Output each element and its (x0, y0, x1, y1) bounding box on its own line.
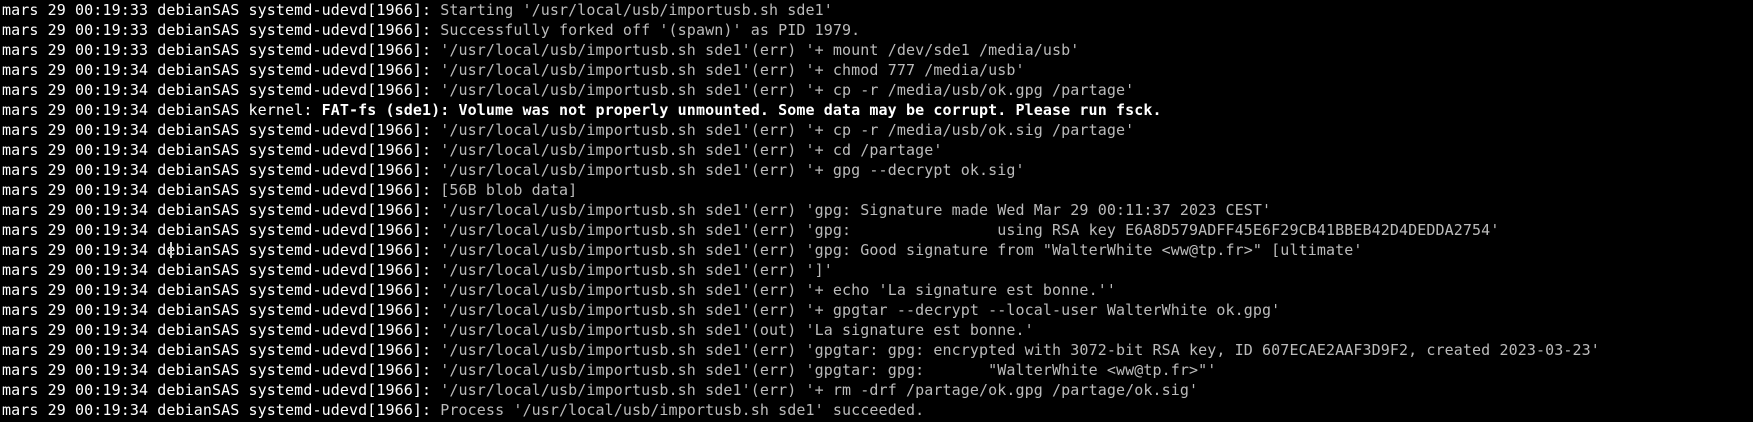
log-line: mars 29 00:19:34 debianSAS systemd-udevd… (2, 340, 1753, 360)
log-line-prefix: mars 29 00:19:34 debianSAS systemd-udevd… (2, 281, 441, 299)
log-line: mars 29 00:19:34 debianSAS systemd-udevd… (2, 380, 1753, 400)
log-line-message: '/usr/local/usb/importusb.sh sde1'(err) … (440, 61, 1025, 79)
log-line-prefix: mars 29 00:19:34 debianSAS systemd-udevd… (2, 261, 441, 279)
log-line-message: Starting '/usr/local/usb/importusb.sh sd… (440, 1, 833, 19)
log-line: mars 29 00:19:34 debianSAS systemd-udevd… (2, 180, 1753, 200)
log-line-prefix: mars 29 00:19:33 debianSAS systemd-udevd… (2, 41, 441, 59)
log-line-prefix: mars 29 00:19:34 debianSAS systemd-udevd… (2, 321, 441, 339)
log-line: mars 29 00:19:34 debianSAS systemd-udevd… (2, 400, 1753, 420)
log-line: mars 29 00:19:34 debianSAS systemd-udevd… (2, 280, 1753, 300)
log-line-message: '/usr/local/usb/importusb.sh sde1'(err) … (440, 121, 1135, 139)
log-line-message: '/usr/local/usb/importusb.sh sde1'(err) … (440, 241, 1363, 259)
log-line-message: Process '/usr/local/usb/importusb.sh sde… (440, 401, 925, 419)
log-line: mars 29 00:19:34 debianSAS systemd-udevd… (2, 120, 1753, 140)
log-line-prefix: mars 29 00:19:34 debianSAS systemd-udevd… (2, 401, 441, 419)
log-line-prefix: mars 29 00:19:34 debianSAS systemd-udevd… (2, 361, 441, 379)
log-line-message: '/usr/local/usb/importusb.sh sde1'(out) … (440, 321, 1034, 339)
log-line: mars 29 00:19:34 debianSAS systemd-udevd… (2, 200, 1753, 220)
log-line: mars 29 00:19:34 debianSAS kernel: FAT-f… (2, 100, 1753, 120)
log-line-prefix: mars 29 00:19:34 debianSAS systemd-udevd… (2, 381, 441, 399)
text-cursor-ibeam-icon (170, 242, 172, 258)
terminal-window[interactable]: mars 29 00:19:33 debianSAS systemd-udevd… (0, 0, 1753, 422)
log-line-prefix: mars 29 00:19:34 debianSAS systemd-udevd… (2, 141, 441, 159)
log-line-message: FAT-fs (sde1): Volume was not properly u… (321, 101, 1162, 119)
log-line: mars 29 00:19:34 debianSAS systemd-udevd… (2, 160, 1753, 180)
log-line-message: '/usr/local/usb/importusb.sh sde1'(err) … (440, 381, 1199, 399)
log-line: mars 29 00:19:33 debianSAS systemd-udevd… (2, 40, 1753, 60)
log-line-prefix: mars 29 00:19:33 debianSAS systemd-udevd… (2, 21, 441, 39)
log-line-prefix: mars 29 00:19:34 debianSAS systemd-udevd… (2, 301, 441, 319)
log-line-prefix: mars 29 00:19:34 debianSAS systemd-udevd… (2, 161, 441, 179)
log-line-message: '/usr/local/usb/importusb.sh sde1'(err) … (440, 301, 1281, 319)
log-line-message: '/usr/local/usb/importusb.sh sde1'(err) … (440, 221, 1500, 239)
log-line-message: '/usr/local/usb/importusb.sh sde1'(err) … (440, 281, 1116, 299)
log-line: mars 29 00:19:34 debianSAS systemd-udevd… (2, 140, 1753, 160)
log-line-message: '/usr/local/usb/importusb.sh sde1'(err) … (440, 361, 1217, 379)
log-line-prefix: mars 29 00:19:34 debianSAS systemd-udevd… (2, 241, 441, 259)
log-line: mars 29 00:19:34 debianSAS systemd-udevd… (2, 60, 1753, 80)
log-line-prefix: mars 29 00:19:34 debianSAS systemd-udevd… (2, 341, 441, 359)
log-line: mars 29 00:19:34 debianSAS systemd-udevd… (2, 320, 1753, 340)
log-line-prefix: mars 29 00:19:34 debianSAS systemd-udevd… (2, 61, 441, 79)
log-line-prefix: mars 29 00:19:34 debianSAS systemd-udevd… (2, 181, 441, 199)
log-line: mars 29 00:19:34 debianSAS systemd-udevd… (2, 260, 1753, 280)
log-line-message: '/usr/local/usb/importusb.sh sde1'(err) … (440, 41, 1080, 59)
log-line: mars 29 00:19:34 debianSAS systemd-udevd… (2, 220, 1753, 240)
log-line: mars 29 00:19:33 debianSAS systemd-udevd… (2, 20, 1753, 40)
log-line-message: '/usr/local/usb/importusb.sh sde1'(err) … (440, 201, 1272, 219)
log-line-message: '/usr/local/usb/importusb.sh sde1'(err) … (440, 341, 1600, 359)
journal-log-output: mars 29 00:19:33 debianSAS systemd-udevd… (2, 0, 1753, 420)
log-line: mars 29 00:19:33 debianSAS systemd-udevd… (2, 0, 1753, 20)
log-line-prefix: mars 29 00:19:33 debianSAS systemd-udevd… (2, 1, 441, 19)
log-line: mars 29 00:19:34 debianSAS systemd-udevd… (2, 360, 1753, 380)
log-line-prefix: mars 29 00:19:34 debianSAS systemd-udevd… (2, 121, 441, 139)
log-line-message: [56B blob data] (440, 181, 578, 199)
log-line-message: '/usr/local/usb/importusb.sh sde1'(err) … (440, 261, 833, 279)
log-line-message: '/usr/local/usb/importusb.sh sde1'(err) … (440, 161, 1025, 179)
log-line-prefix: mars 29 00:19:34 debianSAS systemd-udevd… (2, 221, 441, 239)
log-line-prefix: mars 29 00:19:34 debianSAS kernel: (2, 101, 322, 119)
log-line-message: '/usr/local/usb/importusb.sh sde1'(err) … (440, 81, 1135, 99)
log-line-prefix: mars 29 00:19:34 debianSAS systemd-udevd… (2, 81, 441, 99)
log-line: mars 29 00:19:34 debianSAS systemd-udevd… (2, 240, 1753, 260)
log-line-prefix: mars 29 00:19:34 debianSAS systemd-udevd… (2, 201, 441, 219)
log-line: mars 29 00:19:34 debianSAS systemd-udevd… (2, 300, 1753, 320)
log-line-message: Successfully forked off '(spawn)' as PID… (440, 21, 861, 39)
log-line: mars 29 00:19:34 debianSAS systemd-udevd… (2, 80, 1753, 100)
log-line-message: '/usr/local/usb/importusb.sh sde1'(err) … (440, 141, 943, 159)
